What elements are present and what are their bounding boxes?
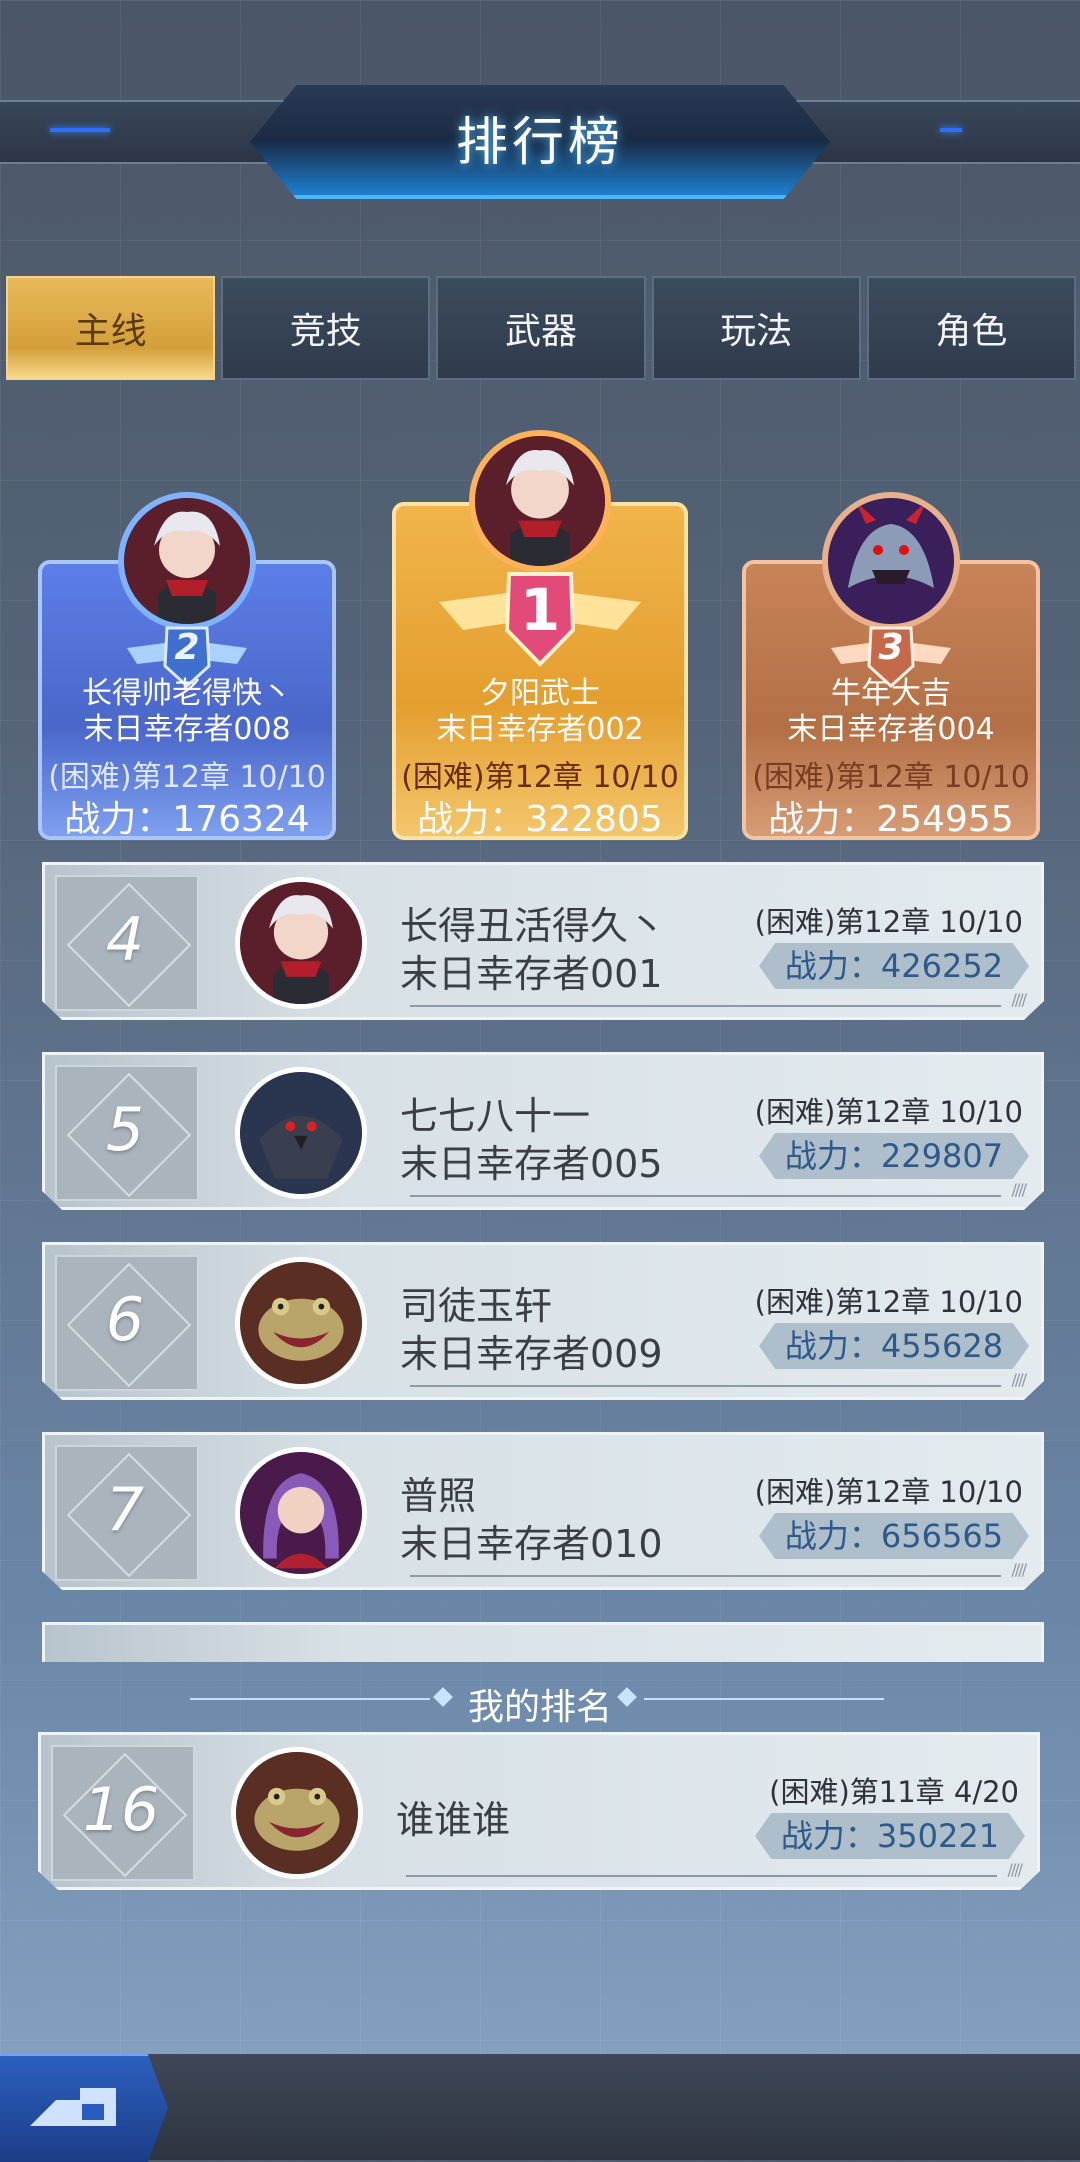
- podium-power: 战力：254955: [768, 799, 1014, 840]
- my-rank-row[interactable]: 16 谁谁谁 (困难)第11章 4/20 战力：350221 ////: [38, 1732, 1040, 1890]
- player-power: 战力：455628: [759, 1323, 1029, 1369]
- row-stripes: ////: [1011, 990, 1027, 1009]
- row-track: [410, 1575, 1001, 1577]
- purple-dragon-icon: [822, 492, 960, 630]
- player-name: 七七八十一: [400, 1094, 591, 1138]
- podium-name-line1: 夕阳武士: [480, 676, 600, 711]
- rank-number: 4: [105, 905, 145, 975]
- podium-rank: 3: [878, 627, 904, 668]
- player-power: 战力：656565: [759, 1513, 1029, 1559]
- row-track: [410, 1195, 1001, 1197]
- podium-name-line1: 牛年大吉: [831, 676, 951, 711]
- row-track: [406, 1875, 997, 1877]
- divider-line: [644, 1698, 884, 1700]
- player-name: 普照: [400, 1474, 477, 1518]
- podium-third[interactable]: 3 牛年大吉 末日幸存者004 (困难)第12章 10/10 战力：254955: [742, 480, 1040, 840]
- podium-first[interactable]: 1 夕阳武士 末日幸存者002 (困难)第12章 10/10 战力：322805: [392, 420, 688, 840]
- silver-hair-warrior-icon: [118, 492, 256, 630]
- ranking-row[interactable]: 6 司徒玉轩 末日幸存者009 (困难)第12章 10/10 战力：455628…: [42, 1242, 1044, 1400]
- ranking-row-partial[interactable]: [42, 1622, 1044, 1662]
- tab-gameplay[interactable]: 玩法: [651, 276, 861, 380]
- player-name: 谁谁谁: [396, 1798, 511, 1842]
- player-title: 末日幸存者001: [400, 952, 663, 996]
- tab-arena[interactable]: 竞技: [221, 276, 431, 380]
- tab-characters[interactable]: 角色: [866, 276, 1077, 380]
- purple-hair-girl-icon: [235, 1447, 367, 1579]
- podium-name-line2: 末日幸存者004: [787, 712, 995, 747]
- podium-name-line2: 末日幸存者002: [436, 712, 644, 747]
- podium-rank: 2: [174, 627, 200, 668]
- back-arrow-icon: [30, 2088, 116, 2126]
- toad-monster-icon: [235, 1257, 367, 1389]
- row-stripes: ////: [1011, 1560, 1027, 1579]
- podium-rank: 1: [519, 576, 561, 644]
- toad-monster-icon: [231, 1747, 363, 1879]
- podium-power: 战力：176324: [64, 799, 310, 840]
- player-stage: (困难)第12章 10/10: [754, 905, 1023, 939]
- silver-hair-warrior-icon: [235, 877, 367, 1009]
- title-bar: 排行榜: [0, 60, 1080, 210]
- row-edge: [42, 1622, 1044, 1662]
- category-tabs: 主线 竞技 武器 玩法 角色: [6, 276, 1077, 380]
- rank-number: 7: [105, 1475, 145, 1545]
- row-stripes: ////: [1011, 1180, 1027, 1199]
- my-rank-header: 我的排名: [0, 1664, 1080, 1734]
- row-stripes: ////: [1007, 1860, 1023, 1879]
- back-button[interactable]: [0, 2054, 168, 2162]
- podium-name-line2: 末日幸存者008: [83, 712, 291, 747]
- podium-power: 战力：322805: [417, 799, 663, 840]
- rank-number: 16: [82, 1775, 160, 1845]
- player-title: 末日幸存者009: [400, 1332, 663, 1376]
- player-power: 战力：229807: [759, 1133, 1029, 1179]
- tab-weapons[interactable]: 武器: [436, 276, 646, 380]
- podium-name-line1: 长得帅老得快丶: [82, 676, 292, 711]
- ranking-row[interactable]: 7 普照 末日幸存者010 (困难)第12章 10/10 战力：656565 /…: [42, 1432, 1044, 1590]
- player-title: 末日幸存者005: [400, 1142, 663, 1186]
- silver-hair-warrior-icon: [469, 430, 611, 572]
- tab-mainline[interactable]: 主线: [6, 276, 216, 380]
- podium-second[interactable]: 2 长得帅老得快丶 末日幸存者008 (困难)第12章 10/10 战力：176…: [38, 480, 336, 840]
- ranking-row[interactable]: 5 七七八十一 末日幸存者005 (困难)第12章 10/10 战力：22980…: [42, 1052, 1044, 1210]
- player-power: 战力：426252: [759, 943, 1029, 989]
- row-track: [410, 1005, 1001, 1007]
- player-stage: (困难)第11章 4/20: [769, 1775, 1019, 1809]
- rank-number: 5: [105, 1095, 145, 1165]
- player-title: 末日幸存者010: [400, 1522, 663, 1566]
- player-name: 长得丑活得久丶: [400, 904, 667, 948]
- page-title: 排行榜: [455, 113, 624, 173]
- row-track: [410, 1385, 1001, 1387]
- player-power: 战力：350221: [755, 1813, 1025, 1859]
- rank-number: 6: [105, 1285, 145, 1355]
- player-stage: (困难)第12章 10/10: [754, 1095, 1023, 1129]
- player-name: 司徒玉轩: [400, 1284, 553, 1328]
- player-stage: (困难)第12章 10/10: [754, 1475, 1023, 1509]
- ranking-row[interactable]: 4 长得丑活得久丶 末日幸存者001 (困难)第12章 10/10 战力：426…: [42, 862, 1044, 1020]
- row-stripes: ////: [1011, 1370, 1027, 1389]
- player-stage: (困难)第12章 10/10: [754, 1285, 1023, 1319]
- dark-crow-icon: [235, 1067, 367, 1199]
- my-rank-label: 我的排名: [467, 1687, 612, 1728]
